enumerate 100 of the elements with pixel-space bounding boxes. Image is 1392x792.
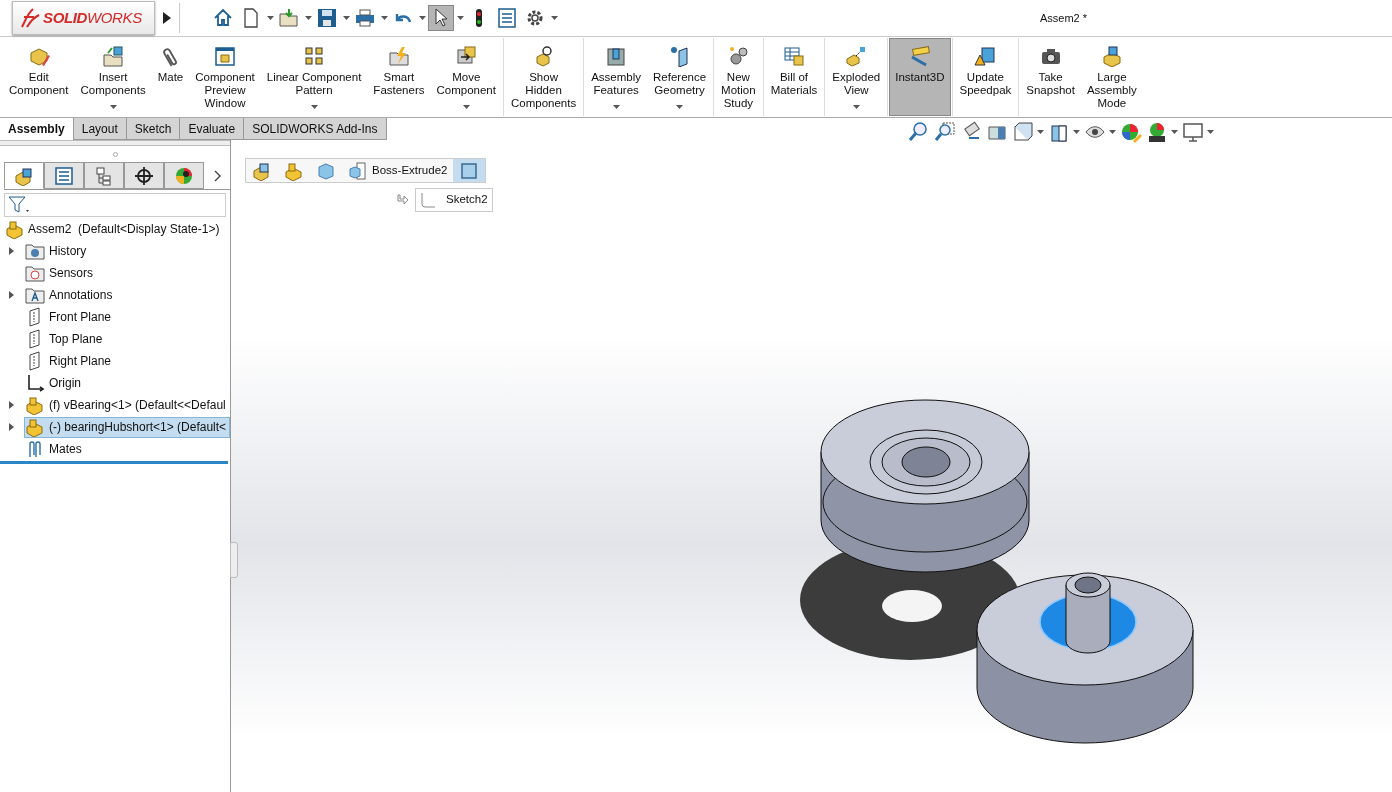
tree-root-label[interactable]: Assem2 (Default<Display State-1>) — [28, 220, 220, 238]
ribbon-button[interactable]: Insert Components — [74, 38, 152, 116]
sketch-chip[interactable]: Sketch2 — [415, 188, 493, 212]
ribbon-button[interactable]: Edit Component — [3, 38, 75, 116]
folder-icon — [278, 7, 300, 29]
tree-item[interactable]: Origin — [24, 372, 230, 394]
tree-item[interactable]: (f) vBearing<1> (Default<<Defaul — [24, 394, 230, 416]
ribbon-tab[interactable]: Evaluate — [180, 118, 245, 140]
dropdown-caret-icon[interactable] — [551, 16, 558, 20]
tree-item[interactable]: Mates — [24, 438, 230, 460]
panel-tab[interactable] — [164, 162, 204, 189]
part-icon — [5, 219, 25, 239]
ribbon-button[interactable]: Bill of Materials — [764, 38, 824, 116]
tree-item[interactable]: Right Plane — [24, 350, 230, 372]
dropdown-caret-icon[interactable] — [109, 105, 117, 109]
dropdown-caret-icon[interactable] — [343, 16, 350, 20]
zoom-area-icon[interactable] — [934, 121, 956, 143]
home-icon — [212, 7, 234, 29]
expand-arrow-icon[interactable] — [163, 12, 171, 24]
traffic-light-icon — [476, 9, 482, 27]
assembly-icon — [252, 160, 272, 181]
sketch-icon — [420, 192, 436, 208]
tree-item[interactable]: Top Plane — [24, 328, 230, 350]
expand-arrow-icon[interactable] — [9, 401, 14, 409]
dropdown-caret-icon[interactable] — [305, 16, 312, 20]
cube-view-icon[interactable] — [1012, 121, 1034, 143]
window-title: Assem2 * — [1040, 11, 1088, 26]
dropdown-caret-icon[interactable] — [1207, 130, 1214, 134]
dropdown-caret-icon[interactable] — [267, 16, 274, 20]
dropdown-caret-icon[interactable] — [381, 16, 388, 20]
breadcrumb-item[interactable]: Boss-Extrude2 — [342, 159, 454, 182]
dropdown-caret-icon[interactable] — [457, 16, 464, 20]
color-ball-icon — [174, 165, 194, 186]
panel-tab[interactable] — [4, 162, 44, 189]
tree-item[interactable]: Front Plane — [24, 306, 230, 328]
face-icon — [459, 160, 480, 181]
ribbon-button[interactable]: Take Snapshot — [1020, 38, 1081, 116]
ribbon-button[interactable]: New Motion Study — [715, 38, 762, 116]
part-icon — [25, 417, 45, 437]
assembly-icon — [14, 165, 34, 186]
ribbon-button[interactable]: Move Component — [430, 38, 502, 116]
expand-arrow-icon[interactable] — [9, 291, 14, 299]
ribbon-button[interactable]: Large Assembly Mode — [1080, 38, 1143, 116]
breadcrumb-item[interactable] — [453, 159, 486, 182]
filter-icon — [8, 196, 30, 214]
exploded-parts-icon — [845, 45, 868, 67]
dropdown-caret-icon[interactable] — [1073, 130, 1080, 134]
dropdown-caret-icon[interactable] — [419, 16, 426, 20]
panel-tab[interactable] — [124, 162, 164, 189]
filter-field[interactable] — [4, 193, 226, 217]
ribbon-button[interactable]: Smart Fasteners — [367, 38, 431, 116]
dropdown-caret-icon[interactable] — [612, 105, 620, 109]
ribbon-tab[interactable]: Sketch — [126, 118, 181, 140]
gears-icon — [727, 45, 750, 67]
property-list-icon — [54, 165, 74, 186]
expand-arrow-icon[interactable] — [9, 423, 14, 431]
ribbon-tab[interactable]: Layout — [73, 118, 127, 140]
configuration-tree-icon — [94, 165, 114, 186]
panel-collapse-handle[interactable] — [230, 542, 238, 578]
dropdown-caret-icon[interactable] — [1037, 130, 1044, 134]
folder-letter-icon — [25, 285, 45, 305]
chevron-right-icon[interactable] — [214, 169, 221, 182]
ribbon-button[interactable]: Reference Geometry — [647, 38, 713, 116]
ribbon-button[interactable]: Mate — [151, 38, 190, 116]
folder-part-icon — [102, 45, 125, 67]
corner-arrow-icon — [397, 194, 409, 206]
list-icon — [496, 7, 518, 29]
tree-item[interactable]: Sensors — [24, 262, 230, 284]
dropdown-caret-icon[interactable] — [310, 105, 318, 109]
ribbon-button[interactable]: Exploded View — [826, 38, 887, 116]
dropdown-caret-icon[interactable] — [1109, 130, 1116, 134]
ribbon-button[interactable]: Show Hidden Components — [504, 38, 583, 116]
part-icon — [25, 395, 45, 415]
part-icon — [284, 160, 304, 181]
logo-icon — [19, 7, 41, 29]
ribbon-button[interactable]: Linear Component Pattern — [260, 38, 368, 116]
zoom-fit-icon[interactable] — [908, 121, 930, 143]
dropdown-caret-icon[interactable] — [462, 105, 470, 109]
ribbon-button[interactable]: Update Speedpak — [953, 38, 1018, 116]
monitor-icon[interactable] — [1182, 121, 1204, 143]
ribbon-button[interactable]: Component Preview Window — [189, 38, 261, 116]
undo-icon — [394, 12, 412, 24]
expand-arrow-icon[interactable] — [9, 247, 14, 255]
dropdown-caret-icon[interactable] — [1171, 130, 1178, 134]
scene-ball-icon[interactable] — [1146, 121, 1168, 143]
logo-text: SOLIDWORKS — [43, 7, 142, 28]
move-part-icon — [455, 45, 478, 67]
tree-item[interactable]: Annotations — [24, 284, 230, 306]
dropdown-caret-icon[interactable] — [852, 105, 860, 109]
dropdown-caret-icon[interactable] — [676, 105, 684, 109]
tree-item[interactable]: History — [24, 240, 230, 262]
ribbon-button[interactable]: Instant3D — [889, 38, 951, 116]
ribbon-tab[interactable]: SOLIDWORKS Add-Ins — [244, 118, 387, 140]
ribbon-button[interactable]: Assembly Features — [585, 38, 648, 116]
tree-item[interactable]: (-) bearingHubshort<1> (Default< — [24, 416, 230, 438]
printer-icon — [354, 7, 376, 29]
grid-parts-icon — [303, 45, 326, 67]
cut-block-icon — [605, 45, 628, 67]
toolbar-button[interactable] — [428, 5, 454, 31]
plane-point-icon — [668, 45, 691, 67]
